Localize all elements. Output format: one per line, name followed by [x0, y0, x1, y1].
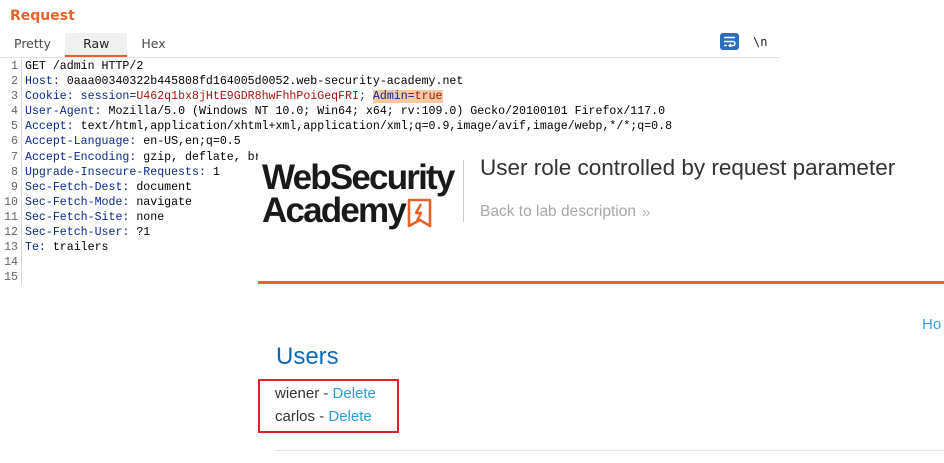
footer-rule	[275, 450, 944, 451]
users-heading: Users	[276, 343, 339, 370]
logo-text-line2: Academy	[262, 191, 407, 230]
header-name: User-Agent	[25, 105, 95, 119]
request-line: 5 Accept: text/html,application/xhtml+xm…	[0, 119, 780, 135]
header-name: Accept-Encoding	[25, 150, 130, 164]
line-number: 4	[0, 104, 22, 120]
header-name: Te	[25, 241, 39, 255]
back-to-lab-description-link[interactable]: Back to lab description »	[480, 203, 650, 221]
header-value: navigate	[136, 195, 192, 209]
header-value: none	[136, 210, 165, 224]
header-value: 1	[212, 165, 220, 179]
cookie-name: session	[80, 90, 130, 104]
admin-cookie-highlight: Admin=true	[372, 90, 443, 104]
header-value: document	[136, 180, 192, 194]
header-name: Sec-Fetch-Dest	[25, 180, 123, 194]
line-number: 7	[0, 149, 22, 165]
header-divider	[463, 160, 464, 222]
cookie-value: true	[414, 90, 443, 104]
line-number: 9	[0, 179, 22, 195]
line-number: 13	[0, 240, 22, 256]
lab-page: WebSecurity Academy User role controlled…	[258, 137, 944, 463]
cookie-name: Admin	[372, 90, 408, 104]
header-value: text/html,application/xhtml+xml,applicat…	[80, 120, 673, 134]
header-name: Sec-Fetch-User	[25, 226, 123, 240]
cookie-value: U462q1bx8jHtE9GDR8hwFhhPoiGeqFRI	[136, 90, 359, 104]
editor-tools: \n	[720, 33, 767, 50]
line-number: 14	[0, 255, 22, 271]
request-line: 4 User-Agent: Mozilla/5.0 (Windows NT 10…	[0, 104, 780, 120]
header-value: ?1	[136, 226, 151, 240]
header-value: Mozilla/5.0 (Windows NT 10.0; Win64; x64…	[108, 105, 666, 119]
tabs-divider	[0, 57, 780, 58]
request-line: 3 Cookie: session=U462q1bx8jHtE9GDR8hwFh…	[0, 89, 780, 105]
line-text: GET /admin HTTP/2	[25, 60, 144, 73]
header-name: Cookie	[25, 90, 67, 104]
header-rule	[258, 281, 944, 284]
lab-title: User role controlled by request paramete…	[480, 155, 896, 180]
line-number: 12	[0, 225, 22, 241]
request-line: 2 Host: 0aaa00340322b445808fd164005d0052…	[0, 74, 780, 90]
header-name: Upgrade-Insecure-Requests	[25, 165, 199, 179]
header-value: gzip, deflate, br	[143, 150, 262, 164]
header-value: 0aaa00340322b445808fd164005d0052.web-sec…	[66, 75, 464, 89]
line-number: 10	[0, 194, 22, 210]
header-name: Accept-Language	[25, 135, 130, 149]
line-number: 5	[0, 119, 22, 135]
line-number: 15	[0, 270, 22, 286]
line-number: 2	[0, 74, 22, 90]
tab-raw[interactable]: Raw	[65, 33, 128, 57]
header-name: Accept	[25, 120, 67, 134]
line-number: 8	[0, 164, 22, 180]
home-link[interactable]: Ho	[922, 316, 941, 333]
line-number: 6	[0, 134, 22, 150]
header-value: en-US,en;q=0.5	[143, 135, 241, 149]
logo-bolt-icon	[407, 198, 432, 228]
annotation-highlight-box	[258, 379, 399, 433]
tab-pretty[interactable]: Pretty	[0, 33, 65, 57]
header-name: Sec-Fetch-Site	[25, 210, 123, 224]
back-link-label: Back to lab description	[480, 203, 636, 220]
line-text	[22, 255, 25, 270]
double-chevron-right-icon: »	[641, 203, 651, 221]
header-value: trailers	[52, 241, 109, 255]
header-name: Host	[25, 75, 53, 89]
request-line: 1 GET /admin HTTP/2	[0, 59, 780, 75]
view-tabs: Pretty Raw Hex	[0, 33, 780, 57]
line-number: 1	[0, 59, 22, 75]
line-number: 3	[0, 89, 22, 105]
show-newlines-toggle[interactable]: \n	[753, 35, 767, 49]
header-name: Sec-Fetch-Mode	[25, 195, 123, 209]
text-wrap-icon[interactable]	[720, 33, 739, 50]
line-text	[22, 270, 25, 285]
request-title: Request	[10, 8, 75, 24]
line-number: 11	[0, 209, 22, 226]
tab-hex[interactable]: Hex	[127, 33, 179, 57]
